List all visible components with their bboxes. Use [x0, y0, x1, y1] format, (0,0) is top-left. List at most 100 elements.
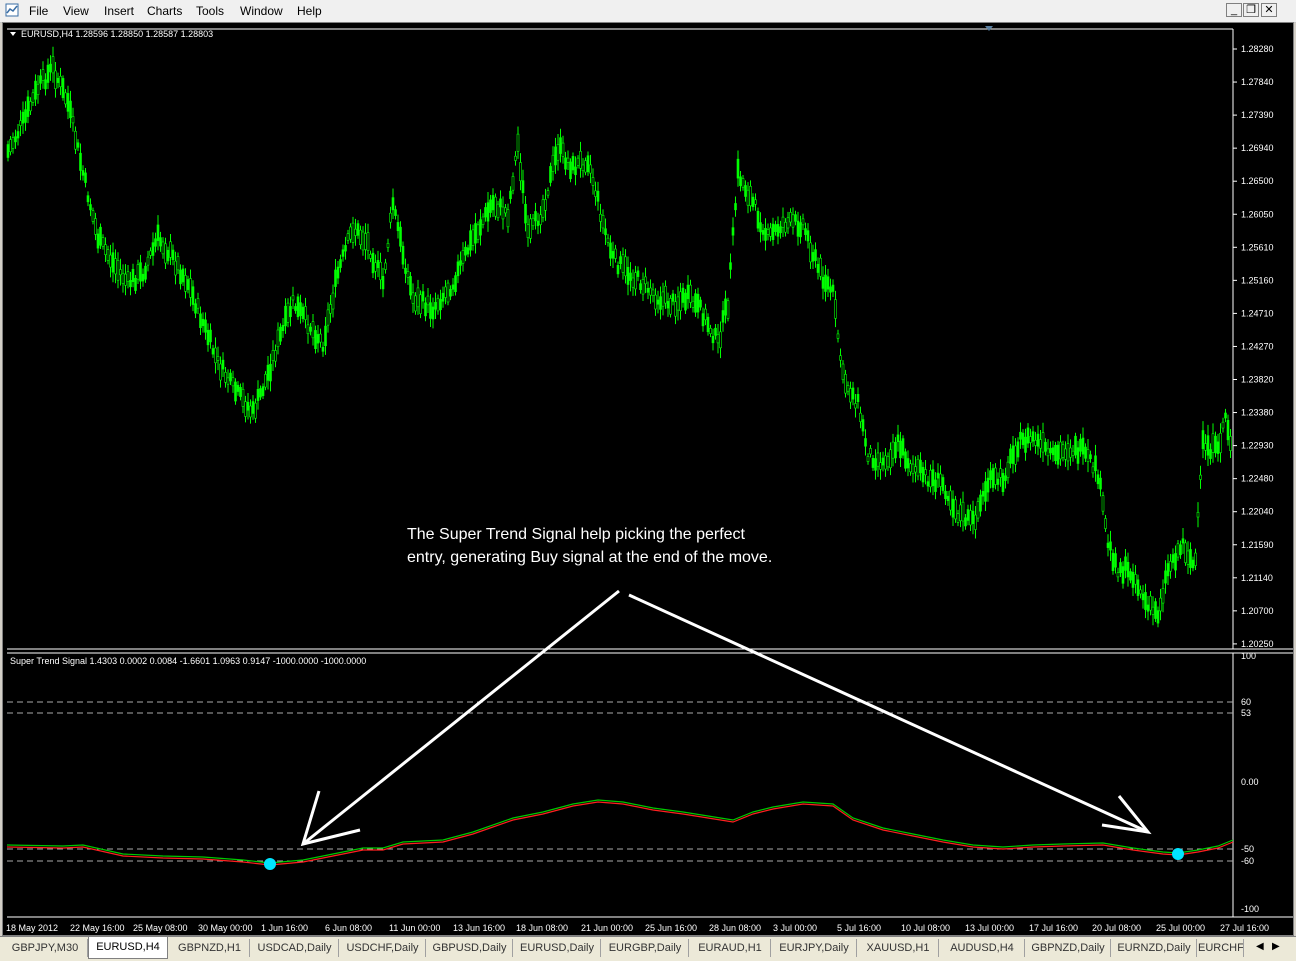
candle-body: [514, 155, 517, 161]
candle-body: [694, 293, 697, 313]
chart-tab[interactable]: EURAUD,H1: [690, 939, 771, 957]
candle-body: [421, 291, 425, 302]
candle-body: [229, 372, 232, 382]
candle-body: [214, 347, 217, 364]
candle-body: [314, 330, 317, 350]
candle-body: [1164, 570, 1167, 584]
chart-tab[interactable]: GBPNZD,H1: [170, 939, 250, 957]
candle-body: [226, 377, 230, 385]
candle-body: [266, 364, 270, 381]
candle-body: [974, 514, 977, 530]
menu-file[interactable]: File: [29, 4, 48, 18]
candle-body: [319, 333, 322, 343]
chart-tab[interactable]: AUDUSD,H4: [940, 939, 1025, 957]
tab-scroll-right-icon[interactable]: ▶: [1272, 941, 1280, 952]
candle-body: [281, 324, 285, 332]
candle-body: [341, 249, 345, 257]
candle-body: [439, 299, 442, 311]
candle-body: [39, 75, 42, 84]
candle-body: [461, 250, 465, 264]
candle-body: [36, 83, 40, 95]
chart-tab[interactable]: USDCHF,Daily: [340, 939, 426, 957]
candle-body: [246, 401, 250, 411]
chart-tab[interactable]: EURNZD,Daily: [1112, 939, 1197, 957]
candle-body: [1189, 549, 1192, 568]
candle-body: [1156, 610, 1160, 624]
candle-body: [221, 359, 225, 370]
chart-tab[interactable]: EURUSD,Daily: [514, 939, 601, 957]
chart-window[interactable]: EURUSD,H4 1.28596 1.28850 1.28587 1.2880…: [2, 22, 1294, 936]
candle-body: [1186, 550, 1190, 565]
candle-body: [926, 481, 930, 487]
restore-button[interactable]: ❐: [1243, 3, 1259, 17]
candle-body: [464, 246, 467, 256]
candle-body: [1039, 439, 1042, 449]
candle-body: [511, 176, 515, 191]
chart-dropdown-icon[interactable]: [10, 32, 16, 36]
time-label: 27 Jul 16:00: [1220, 923, 1269, 933]
chart-tab[interactable]: GBPUSD,Daily: [427, 939, 513, 957]
candle-body: [1051, 447, 1055, 456]
candle-body: [861, 419, 865, 432]
menu-window[interactable]: Window: [240, 4, 283, 18]
candle-body: [326, 309, 330, 326]
candle-body: [91, 210, 95, 222]
price-label: 1.23820: [1241, 375, 1274, 385]
candle-body: [936, 472, 940, 479]
candle-body: [1209, 449, 1212, 459]
chart-tab[interactable]: EURCHF: [1198, 939, 1244, 957]
candle-body: [1194, 552, 1197, 566]
candle-body: [614, 248, 617, 259]
menu-insert[interactable]: Insert: [104, 4, 134, 18]
candle-body: [564, 157, 567, 170]
candle-body: [701, 313, 705, 327]
candle-body: [374, 262, 377, 272]
candle-body: [1096, 474, 1100, 485]
candle-body: [256, 389, 260, 401]
candle-body: [729, 262, 732, 270]
indicator-level-label: 60: [1241, 697, 1251, 707]
candle-body: [851, 387, 855, 400]
candle-body: [1009, 448, 1012, 464]
candle-body: [26, 96, 30, 117]
candle-body: [154, 238, 157, 247]
candle-body: [779, 226, 782, 234]
candle-body: [16, 131, 20, 139]
menu-help[interactable]: Help: [297, 4, 322, 18]
candle-body: [984, 481, 987, 502]
chart-tab[interactable]: XAUUSD,H1: [858, 939, 939, 957]
candle-body: [629, 272, 632, 281]
chart-tab[interactable]: GBPJPY,M30: [3, 939, 88, 957]
chart-tab[interactable]: USDCAD,Daily: [251, 939, 339, 957]
candle-body: [644, 276, 647, 285]
candle-body: [249, 405, 252, 418]
candle-body: [669, 298, 672, 315]
candle-body: [866, 456, 870, 462]
candle-body: [594, 190, 597, 197]
candle-body: [484, 207, 487, 218]
menu-tools[interactable]: Tools: [196, 4, 224, 18]
time-label: 3 Jul 00:00: [773, 923, 817, 933]
menu-view[interactable]: View: [63, 4, 89, 18]
chart-canvas[interactable]: EURUSD,H4 1.28596 1.28850 1.28587 1.2880…: [3, 23, 1293, 935]
indicator-level-label: 100: [1241, 651, 1256, 661]
candle-body: [699, 299, 702, 308]
candle-body: [396, 222, 400, 232]
candle-body: [621, 254, 625, 273]
candle-body: [799, 222, 802, 238]
candle-body: [1089, 454, 1092, 460]
candle-body: [1146, 604, 1150, 612]
candle-body: [834, 299, 837, 319]
candle-body: [134, 278, 137, 291]
chart-tab[interactable]: GBPNZD,Daily: [1026, 939, 1111, 957]
menu-charts[interactable]: Charts: [147, 4, 182, 18]
price-label: 1.25610: [1241, 242, 1274, 252]
chart-tab[interactable]: EURGBP,Daily: [602, 939, 689, 957]
minimize-button[interactable]: _: [1226, 3, 1242, 17]
chart-tab[interactable]: EURUSD,H4: [88, 937, 168, 959]
candle-body: [554, 146, 557, 166]
close-button[interactable]: ✕: [1261, 3, 1277, 17]
candle-body: [839, 355, 842, 361]
tab-scroll-left-icon[interactable]: ◀: [1256, 941, 1264, 952]
chart-tab[interactable]: EURJPY,Daily: [772, 939, 857, 957]
